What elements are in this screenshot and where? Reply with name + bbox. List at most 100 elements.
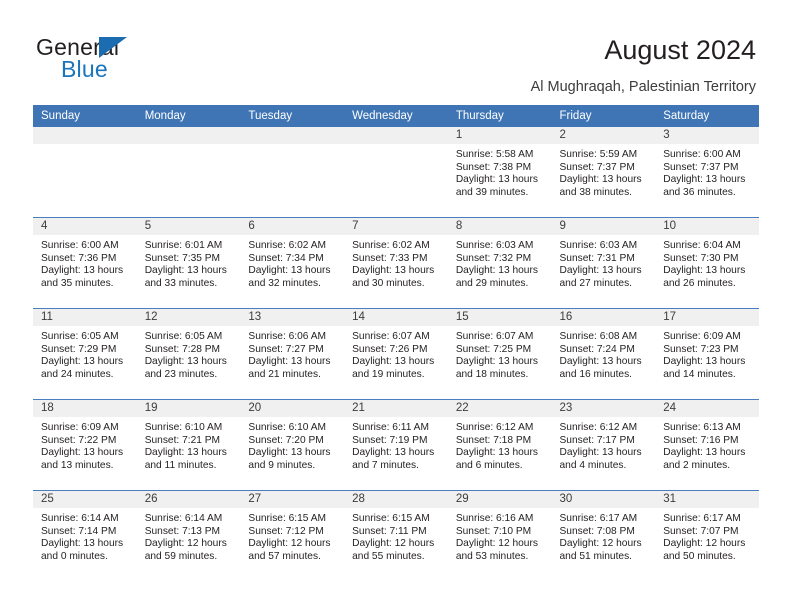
calendar-cell[interactable]: 6 Sunrise: 6:02 AM Sunset: 7:34 PM Daylight… xyxy=(240,217,345,309)
sunset-text: Sunset: 7:33 PM xyxy=(352,252,428,264)
calendar-cell[interactable]: 15 Sunrise: 6:07 AM Sunset: 7:25 PM Dayligh… xyxy=(447,308,552,400)
day-cell: 8 Sunrise: 6:03 AM Sunset: 7:32 PM Daylight… xyxy=(447,218,552,308)
calendar-cell[interactable]: 16 Sunrise: 6:08 AM Sunset: 7:24 PM Dayligh… xyxy=(551,308,656,400)
daylight-text-line2: and 53 minutes. xyxy=(455,550,529,562)
calendar-cell[interactable]: 24 Sunrise: 6:13 AM Sunset: 7:16 PM Dayligh… xyxy=(655,399,759,491)
sunset-text: Sunset: 7:12 PM xyxy=(248,525,324,537)
day-cell xyxy=(344,127,448,217)
calendar-cell[interactable]: 27 Sunrise: 6:15 AM Sunset: 7:12 PM Dayligh… xyxy=(240,490,345,581)
day-details: Sunrise: 6:00 AM Sunset: 7:37 PM Daylight:… xyxy=(655,144,759,199)
daylight-text-line2: and 2 minutes. xyxy=(663,459,731,471)
page-subtitle: Al Mughraqah, Palestinian Territory xyxy=(530,79,756,95)
calendar-cell xyxy=(33,127,137,218)
brand-name-blue: Blue xyxy=(61,56,108,82)
sunset-text: Sunset: 7:28 PM xyxy=(144,343,221,355)
sunrise-text: Sunrise: 6:08 AM xyxy=(559,331,638,342)
day-details: Sunrise: 6:12 AM Sunset: 7:18 PM Daylight:… xyxy=(448,417,552,472)
day-number: 31 xyxy=(655,491,759,508)
sunrise-text: Sunrise: 6:12 AM xyxy=(455,422,534,433)
daylight-text-line2: and 24 minutes. xyxy=(41,368,114,380)
day-cell: 22 Sunrise: 6:12 AM Sunset: 7:18 PM Dayligh… xyxy=(447,400,552,490)
weekday-header-monday: Monday xyxy=(136,105,241,127)
calendar-cell[interactable]: 19 Sunrise: 6:10 AM Sunset: 7:21 PM Dayligh… xyxy=(136,399,241,491)
daylight-text-line2: and 9 minutes. xyxy=(248,459,316,471)
calendar-cell[interactable]: 18 Sunrise: 6:09 AM Sunset: 7:22 PM Dayligh… xyxy=(33,399,137,491)
calendar-cell[interactable]: 14 Sunrise: 6:07 AM Sunset: 7:26 PM Dayligh… xyxy=(344,308,448,400)
sunset-text: Sunset: 7:37 PM xyxy=(663,161,739,173)
day-number: 29 xyxy=(447,491,552,508)
calendar-cell[interactable]: 11 Sunrise: 6:05 AM Sunset: 7:29 PM Dayligh… xyxy=(33,308,137,400)
calendar-cell[interactable]: 20 Sunrise: 6:10 AM Sunset: 7:20 PM Dayligh… xyxy=(240,399,345,491)
daylight-text-line2: and 23 minutes. xyxy=(144,368,218,380)
calendar-cell[interactable]: 23 Sunrise: 6:12 AM Sunset: 7:17 PM Dayligh… xyxy=(551,399,656,491)
calendar-cell[interactable]: 9 Sunrise: 6:03 AM Sunset: 7:31 PM Daylight… xyxy=(551,217,656,309)
calendar-cell[interactable]: 21 Sunrise: 6:11 AM Sunset: 7:19 PM Dayligh… xyxy=(344,399,448,491)
daylight-text-line2: and 11 minutes. xyxy=(144,459,217,471)
calendar-cell[interactable]: 10 Sunrise: 6:04 AM Sunset: 7:30 PM Dayligh… xyxy=(655,217,759,309)
daylight-text-line1: Daylight: 13 hours xyxy=(352,265,435,277)
calendar-cell[interactable]: 1 Sunrise: 5:58 AM Sunset: 7:38 PM Daylight… xyxy=(447,127,552,218)
calendar-cell[interactable]: 30 Sunrise: 6:17 AM Sunset: 7:08 PM Dayligh… xyxy=(551,490,656,581)
calendar-cell[interactable]: 7 Sunrise: 6:02 AM Sunset: 7:33 PM Daylight… xyxy=(344,217,448,309)
daylight-text-line1: Daylight: 13 hours xyxy=(248,265,331,277)
day-details: Sunrise: 6:07 AM Sunset: 7:26 PM Daylight:… xyxy=(344,326,448,381)
day-number: 20 xyxy=(240,400,345,417)
day-details: Sunrise: 6:14 AM Sunset: 7:14 PM Daylight:… xyxy=(33,508,137,563)
calendar-cell[interactable]: 2 Sunrise: 5:59 AM Sunset: 7:37 PM Daylight… xyxy=(551,127,656,218)
sunset-text: Sunset: 7:23 PM xyxy=(663,343,739,355)
daylight-text-line1: Daylight: 13 hours xyxy=(663,265,746,277)
calendar-cell xyxy=(240,127,345,218)
calendar-cell[interactable]: 29 Sunrise: 6:16 AM Sunset: 7:10 PM Dayligh… xyxy=(447,490,552,581)
daylight-text-line1: Daylight: 13 hours xyxy=(352,356,435,368)
day-cell: 6 Sunrise: 6:02 AM Sunset: 7:34 PM Daylight… xyxy=(240,218,345,308)
sunset-text: Sunset: 7:07 PM xyxy=(663,525,739,537)
sunset-text: Sunset: 7:18 PM xyxy=(455,434,532,446)
calendar-cell[interactable]: 31 Sunrise: 6:17 AM Sunset: 7:07 PM Dayligh… xyxy=(655,490,759,581)
sunset-text: Sunset: 7:20 PM xyxy=(248,434,324,446)
sunrise-text: Sunrise: 6:14 AM xyxy=(144,513,223,524)
day-cell: 26 Sunrise: 6:14 AM Sunset: 7:13 PM Dayligh… xyxy=(136,491,241,581)
calendar-cell[interactable]: 12 Sunrise: 6:05 AM Sunset: 7:28 PM Dayligh… xyxy=(136,308,241,400)
brand-logo[interactable]: General Blue xyxy=(36,34,236,90)
day-cell: 29 Sunrise: 6:16 AM Sunset: 7:10 PM Dayligh… xyxy=(447,491,552,581)
daylight-text-line2: and 59 minutes. xyxy=(144,550,218,562)
daylight-text-line1: Daylight: 13 hours xyxy=(559,447,642,459)
day-cell: 23 Sunrise: 6:12 AM Sunset: 7:17 PM Dayligh… xyxy=(551,400,656,490)
day-details: Sunrise: 5:59 AM Sunset: 7:37 PM Daylight:… xyxy=(552,144,656,199)
day-details: Sunrise: 6:16 AM Sunset: 7:10 PM Daylight:… xyxy=(448,508,552,563)
day-number: 14 xyxy=(344,309,448,326)
daylight-text-line2: and 29 minutes. xyxy=(455,277,529,289)
calendar-cell[interactable]: 25 Sunrise: 6:14 AM Sunset: 7:14 PM Dayligh… xyxy=(33,490,137,581)
daylight-text-line2: and 50 minutes. xyxy=(663,550,736,562)
day-cell: 12 Sunrise: 6:05 AM Sunset: 7:28 PM Dayligh… xyxy=(136,309,241,399)
calendar-cell[interactable]: 8 Sunrise: 6:03 AM Sunset: 7:32 PM Daylight… xyxy=(447,217,552,309)
sunrise-text: Sunrise: 5:58 AM xyxy=(455,149,534,160)
calendar-cell[interactable]: 5 Sunrise: 6:01 AM Sunset: 7:35 PM Daylight… xyxy=(136,217,241,309)
calendar-cell[interactable]: 22 Sunrise: 6:12 AM Sunset: 7:18 PM Dayligh… xyxy=(447,399,552,491)
daylight-text-line1: Daylight: 13 hours xyxy=(352,447,435,459)
calendar-week-row: 11 Sunrise: 6:05 AM Sunset: 7:29 PM Dayligh… xyxy=(33,308,759,400)
daylight-text-line2: and 21 minutes. xyxy=(248,368,321,380)
calendar-cell[interactable]: 28 Sunrise: 6:15 AM Sunset: 7:11 PM Dayligh… xyxy=(344,490,448,581)
daylight-text-line1: Daylight: 13 hours xyxy=(248,447,331,459)
weekday-header-sunday: Sunday xyxy=(33,105,137,127)
sunset-text: Sunset: 7:36 PM xyxy=(41,252,117,264)
sunrise-text: Sunrise: 6:11 AM xyxy=(352,422,429,433)
sunrise-text: Sunrise: 6:13 AM xyxy=(663,422,741,433)
calendar-cell[interactable]: 4 Sunrise: 6:00 AM Sunset: 7:36 PM Daylight… xyxy=(33,217,137,309)
sunrise-text: Sunrise: 6:10 AM xyxy=(144,422,223,433)
daylight-text-line1: Daylight: 13 hours xyxy=(41,265,124,277)
day-cell: 14 Sunrise: 6:07 AM Sunset: 7:26 PM Dayligh… xyxy=(344,309,448,399)
day-cell: 9 Sunrise: 6:03 AM Sunset: 7:31 PM Daylight… xyxy=(551,218,656,308)
sunrise-text: Sunrise: 6:12 AM xyxy=(559,422,638,433)
sunrise-text: Sunrise: 6:15 AM xyxy=(352,513,430,524)
calendar-cell[interactable]: 3 Sunrise: 6:00 AM Sunset: 7:37 PM Daylight… xyxy=(655,127,759,218)
calendar-cell[interactable]: 17 Sunrise: 6:09 AM Sunset: 7:23 PM Dayligh… xyxy=(655,308,759,400)
calendar-cell[interactable]: 26 Sunrise: 6:14 AM Sunset: 7:13 PM Dayligh… xyxy=(136,490,241,581)
day-details: Sunrise: 6:02 AM Sunset: 7:33 PM Daylight:… xyxy=(344,235,448,290)
calendar-cell[interactable]: 13 Sunrise: 6:06 AM Sunset: 7:27 PM Dayligh… xyxy=(240,308,345,400)
sunset-text: Sunset: 7:11 PM xyxy=(352,525,427,537)
day-details: Sunrise: 6:05 AM Sunset: 7:29 PM Daylight:… xyxy=(33,326,137,381)
sunrise-text: Sunrise: 6:03 AM xyxy=(559,240,638,251)
day-number xyxy=(33,127,137,144)
